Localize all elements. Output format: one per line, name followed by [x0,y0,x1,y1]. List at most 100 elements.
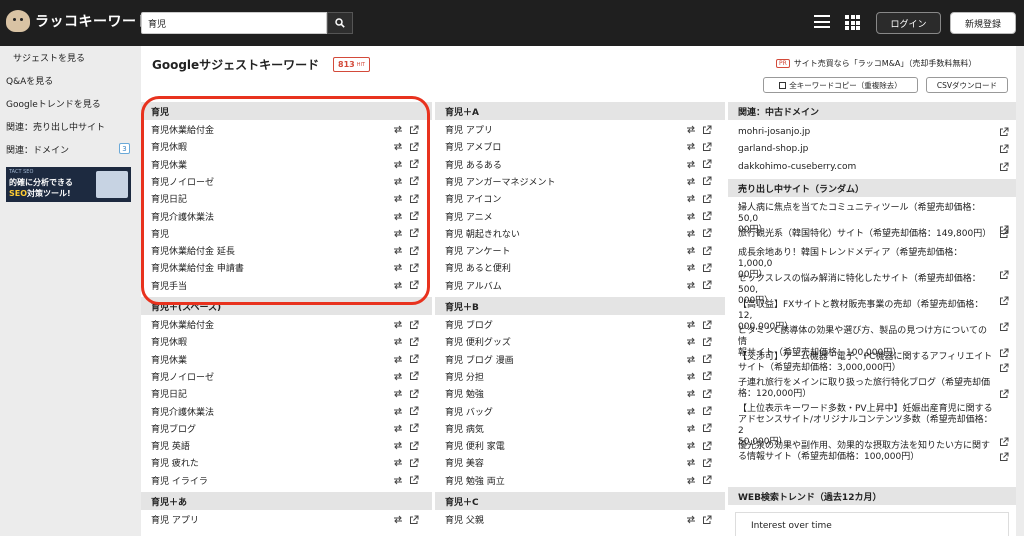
external-link-icon[interactable] [701,514,713,526]
keyword-row[interactable]: 育児 便利グッズ [435,333,725,350]
swap-icon[interactable] [685,175,697,187]
external-link-icon[interactable] [408,388,420,400]
keyword-text[interactable]: 育児 美容 [445,456,681,469]
keyword-row[interactable]: 育児手当 [141,277,432,294]
swap-icon[interactable] [392,279,404,291]
keyword-text[interactable]: 育児 分担 [445,370,681,383]
keyword-row[interactable]: 育児 イライラ [141,472,432,489]
external-link-icon[interactable] [701,474,713,486]
keyword-text[interactable]: 育児ブログ [151,422,388,435]
sidebar-item-trends[interactable]: Googleトレンドを見る [6,97,101,110]
swap-icon[interactable] [392,245,404,257]
pr-link[interactable]: PR サイト売買なら「ラッコM&A」（売却手数料無料） [776,58,976,69]
external-link-icon[interactable] [701,124,713,136]
swap-icon[interactable] [685,353,697,365]
swap-icon[interactable] [392,422,404,434]
site-listing[interactable]: 優光泉の効果や副作用、効果的な摂取方法を知りたい方に関す る情報サイト（希望売却価… [728,441,1016,463]
external-link-icon[interactable] [701,193,713,205]
site-listing[interactable]: 子連れ旅行をメインに取り扱った旅行特化ブログ（希望売却価 格：120,000円） [728,378,1016,400]
swap-icon[interactable] [392,440,404,452]
keyword-row[interactable]: 育児休業 [141,156,432,173]
search-input[interactable]: 育児 [141,12,327,34]
keyword-text[interactable]: 育児 疲れた [151,456,388,469]
keyword-row[interactable]: 育児 [141,225,432,242]
keyword-row[interactable]: 育児休業給付金 申請書 [141,259,432,276]
keyword-row[interactable]: 育児日記 [141,190,432,207]
keyword-text[interactable]: 育児ノイローゼ [151,370,388,383]
keyword-row[interactable]: 育児 アメブロ [435,138,725,155]
external-link-icon[interactable] [408,262,420,274]
domain-text[interactable]: dakkohimo-cuseberry.com [738,162,994,172]
external-link-icon[interactable] [408,210,420,222]
external-link-icon[interactable] [408,193,420,205]
keyword-row[interactable]: 育児 ブログ 漫画 [435,351,725,368]
external-link-icon[interactable] [701,319,713,331]
external-link-icon[interactable] [701,245,713,257]
keyword-text[interactable]: 育児 バッグ [445,405,681,418]
keyword-row[interactable]: 育児休暇 [141,138,432,155]
keyword-row[interactable]: 育児休業 [141,351,432,368]
keyword-row[interactable]: 育児 分担 [435,368,725,385]
swap-icon[interactable] [685,245,697,257]
swap-icon[interactable] [392,193,404,205]
keyword-text[interactable]: 育児 便利 家電 [445,439,681,452]
swap-icon[interactable] [392,370,404,382]
external-link-icon[interactable] [998,362,1010,374]
external-link-icon[interactable] [408,141,420,153]
keyword-row[interactable]: 育児 勉強 [435,385,725,402]
external-link-icon[interactable] [701,336,713,348]
swap-icon[interactable] [392,124,404,136]
keyword-text[interactable]: 育児 ブログ [445,318,681,331]
external-link-icon[interactable] [701,227,713,239]
keyword-text[interactable]: 育児休業給付金 [151,318,388,331]
keyword-text[interactable]: 育児休業給付金 延長 [151,244,388,257]
external-link-icon[interactable] [408,158,420,170]
external-link-icon[interactable] [998,161,1010,173]
keyword-text[interactable]: 育児 アプリ [151,513,388,526]
swap-icon[interactable] [685,405,697,417]
external-link-icon[interactable] [408,370,420,382]
keyword-text[interactable]: 育児日記 [151,192,388,205]
keyword-text[interactable]: 育児ノイローゼ [151,175,388,188]
external-link-icon[interactable] [408,227,420,239]
keyword-row[interactable]: 育児 アプリ [435,121,725,138]
keyword-row[interactable]: 育児 バッグ [435,403,725,420]
swap-icon[interactable] [392,210,404,222]
keyword-row[interactable]: 育児 疲れた [141,454,432,471]
swap-icon[interactable] [392,405,404,417]
domain-text[interactable]: mohri-josanjo.jp [738,127,994,137]
swap-icon[interactable] [685,124,697,136]
keyword-text[interactable]: 育児 アンケート [445,244,681,257]
keyword-text[interactable]: 育児 英語 [151,439,388,452]
keyword-text[interactable]: 育児 病気 [445,422,681,435]
external-link-icon[interactable] [408,175,420,187]
swap-icon[interactable] [685,336,697,348]
site-listing[interactable]: 旅行観光系（韓国特化）サイト（希望売却価格：149,800円） [728,229,1016,240]
keyword-row[interactable]: 育児 アンケート [435,242,725,259]
register-button[interactable]: 新規登録 [950,12,1016,34]
external-link-icon[interactable] [701,262,713,274]
keyword-text[interactable]: 育児 イライラ [151,474,388,487]
keyword-text[interactable]: 育児手当 [151,279,388,292]
keyword-text[interactable]: 育児 アメブロ [445,140,681,153]
external-link-icon[interactable] [998,143,1010,155]
external-link-icon[interactable] [408,124,420,136]
keyword-row[interactable]: 育児 あるある [435,156,725,173]
keyword-text[interactable]: 育児 あると便利 [445,261,681,274]
keyword-row[interactable]: 育児 アイコン [435,190,725,207]
keyword-row[interactable]: 育児 朝起きれない [435,225,725,242]
sidebar-item-domains[interactable]: 関連：ドメイン [6,143,69,156]
swap-icon[interactable] [685,457,697,469]
external-link-icon[interactable] [701,175,713,187]
external-link-icon[interactable] [408,405,420,417]
swap-icon[interactable] [685,210,697,222]
keyword-row[interactable]: 育児 病気 [435,420,725,437]
keyword-row[interactable]: 育児 ブログ [435,316,725,333]
swap-icon[interactable] [685,388,697,400]
hamburger-icon[interactable] [814,15,830,28]
keyword-row[interactable]: 育児 あると便利 [435,259,725,276]
keyword-row[interactable]: 育児日記 [141,385,432,402]
swap-icon[interactable] [685,474,697,486]
keyword-text[interactable]: 育児 便利グッズ [445,335,681,348]
swap-icon[interactable] [685,319,697,331]
